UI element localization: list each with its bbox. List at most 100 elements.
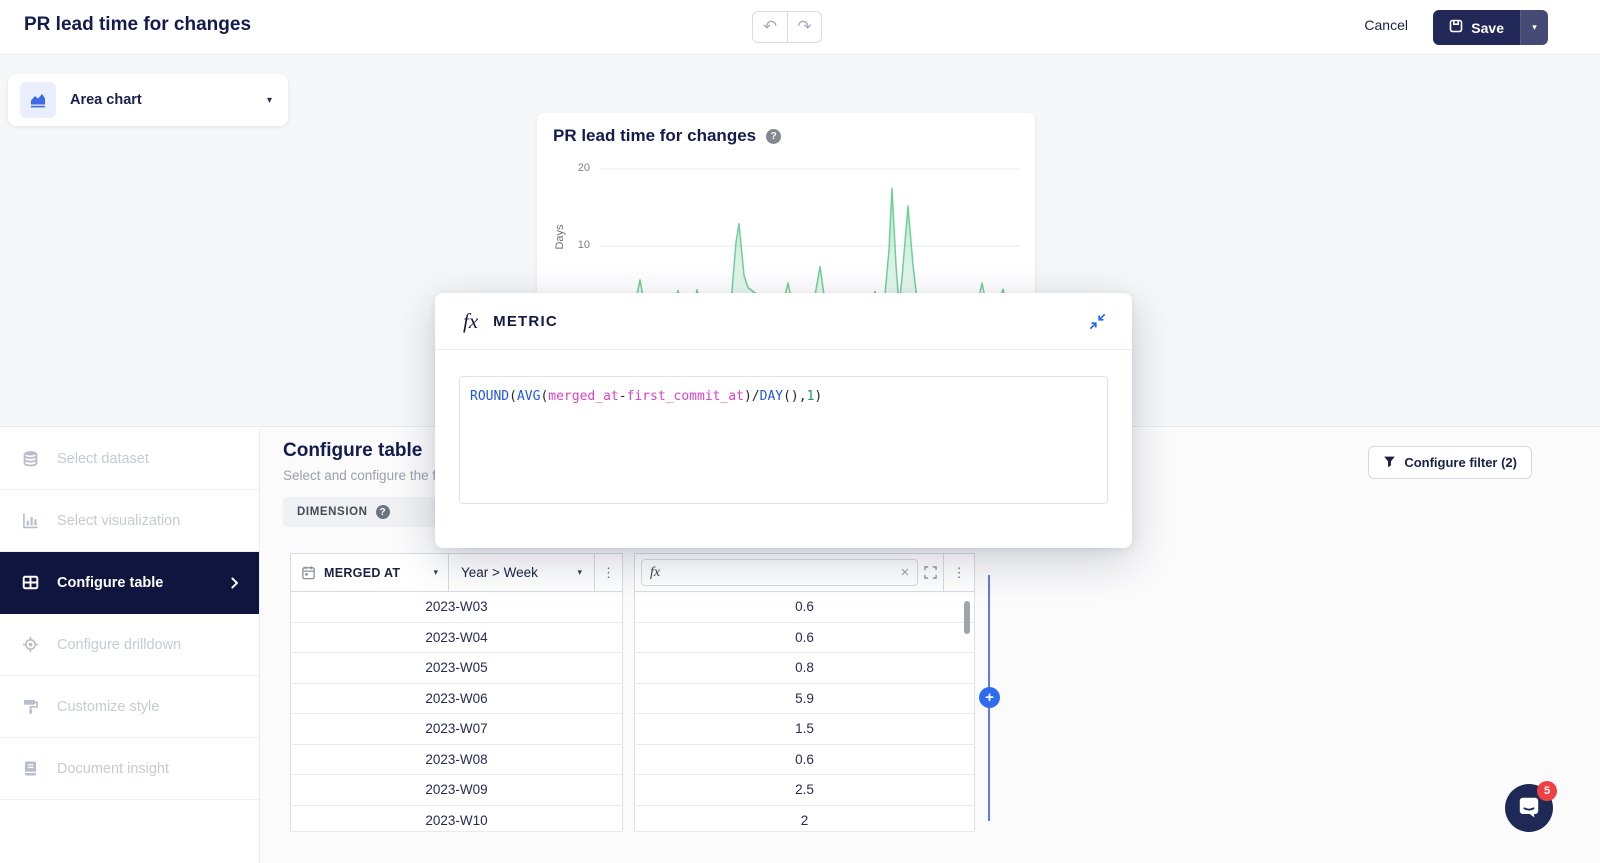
sidebar-item-label: Configure drilldown bbox=[57, 637, 181, 653]
sidebar-item-customize-style[interactable]: Customize style bbox=[0, 676, 259, 738]
add-column-button[interactable]: + bbox=[979, 687, 1000, 708]
chat-icon bbox=[1516, 794, 1542, 823]
table-row-week: 2023-W04 bbox=[290, 623, 623, 654]
formula-token: ( bbox=[509, 389, 517, 404]
app-root: PR lead time for changes ↶ ↷ Cancel Save… bbox=[0, 0, 1600, 863]
y-axis-label: Days bbox=[554, 220, 566, 254]
clear-icon[interactable]: × bbox=[901, 565, 910, 580]
formula-token: () bbox=[783, 389, 799, 404]
undo-redo-group: ↶ ↷ bbox=[752, 11, 822, 43]
undo-icon: ↶ bbox=[763, 17, 777, 36]
section-heading: Configure table bbox=[283, 440, 422, 462]
table-row-week: 2023-W09 bbox=[290, 775, 623, 806]
calendar-icon bbox=[301, 565, 316, 580]
sidebar-item-label: Document insight bbox=[57, 761, 169, 777]
table-row-value: 1.5 bbox=[634, 714, 975, 745]
filter-icon bbox=[1383, 455, 1396, 471]
paint-roller-icon bbox=[22, 698, 39, 715]
metric-formula-input[interactable]: fx × bbox=[641, 559, 918, 586]
chart-title: PR lead time for changes bbox=[553, 126, 756, 146]
sidebar-item-label: Select visualization bbox=[57, 513, 180, 529]
table-row-week: 2023-W07 bbox=[290, 714, 623, 745]
merged-at-column-header[interactable]: MERGED AT ▾ bbox=[290, 553, 449, 592]
save-button[interactable]: Save bbox=[1433, 10, 1520, 45]
redo-icon: ↷ bbox=[797, 17, 811, 36]
column-menu-button[interactable]: ⋮ bbox=[594, 553, 623, 592]
bar-chart-icon bbox=[22, 512, 39, 529]
chevron-down-icon: ▾ bbox=[577, 567, 582, 578]
formula-token: ROUND bbox=[470, 389, 509, 404]
collapse-button[interactable] bbox=[1087, 311, 1108, 332]
metric-modal-header: fx METRIC bbox=[435, 293, 1132, 350]
sidebar: Select dataset Select visualization Config… bbox=[0, 428, 260, 863]
drilldown-icon bbox=[22, 636, 39, 653]
expand-icon[interactable] bbox=[924, 566, 937, 579]
table-row-value: 0.8 bbox=[634, 653, 975, 684]
sidebar-item-label: Select dataset bbox=[57, 451, 149, 467]
formula-editor[interactable]: ROUND(AVG(merged_at-first_commit_at)/DAY… bbox=[459, 376, 1108, 504]
sidebar-item-label: Configure table bbox=[57, 575, 163, 591]
sidebar-item-select-dataset[interactable]: Select dataset bbox=[0, 428, 259, 490]
table-row-week: 2023-W03 bbox=[290, 592, 623, 623]
sidebar-item-document-insight[interactable]: Document insight bbox=[0, 738, 259, 800]
table-row-value: 0.6 bbox=[634, 623, 975, 654]
sidebar-item-label: Customize style bbox=[57, 699, 159, 715]
database-icon bbox=[22, 450, 39, 467]
topbar: PR lead time for changes ↶ ↷ Cancel Save… bbox=[0, 0, 1600, 55]
sidebar-item-configure-drilldown[interactable]: Configure drilldown bbox=[0, 614, 259, 676]
plus-icon: + bbox=[985, 689, 994, 706]
chart-type-label: Area chart bbox=[70, 92, 142, 108]
formula-token: ) bbox=[744, 389, 752, 404]
formula-token: merged_at bbox=[548, 389, 618, 404]
table-row-value: 2.5 bbox=[634, 775, 975, 806]
formula-token: / bbox=[752, 389, 760, 404]
formula-token: ) bbox=[814, 389, 822, 404]
formula-token: DAY bbox=[760, 389, 783, 404]
y-tick-10: 10 bbox=[568, 239, 590, 251]
table-row-value: 5.9 bbox=[634, 684, 975, 715]
fx-icon: fx bbox=[463, 309, 478, 334]
formula-token: , bbox=[799, 389, 807, 404]
sidebar-item-select-visualization[interactable]: Select visualization bbox=[0, 490, 259, 552]
save-dropdown-button[interactable]: ▾ bbox=[1520, 10, 1548, 45]
filter-button-label: Configure filter (2) bbox=[1404, 455, 1517, 470]
column-name: MERGED AT bbox=[324, 566, 400, 580]
dimension-table: MERGED AT ▾ Year > Week ▾ ⋮ 2023-W032023… bbox=[290, 553, 623, 832]
save-split-button: Save ▾ bbox=[1433, 10, 1548, 45]
metric-table: fx × ⋮ 0.60.60.85.91.50.62.52 bbox=[634, 553, 975, 832]
table-row-week: 2023-W10 bbox=[290, 806, 623, 833]
section-subheading: Select and configure the fie bbox=[283, 468, 447, 483]
cancel-button[interactable]: Cancel bbox=[1364, 17, 1408, 33]
chevron-down-icon: ▾ bbox=[267, 95, 272, 106]
table-row-value: 2 bbox=[634, 806, 975, 833]
page-title: PR lead time for changes bbox=[24, 14, 251, 36]
formula-token: first_commit_at bbox=[627, 389, 744, 404]
chevron-down-icon: ▾ bbox=[433, 567, 438, 578]
sidebar-item-configure-table[interactable]: Configure table bbox=[0, 552, 259, 614]
undo-button[interactable]: ↶ bbox=[752, 11, 787, 43]
column-menu-button[interactable]: ⋮ bbox=[943, 553, 975, 592]
save-label: Save bbox=[1471, 20, 1504, 36]
redo-button[interactable]: ↷ bbox=[787, 11, 822, 43]
save-icon bbox=[1449, 19, 1463, 36]
document-icon bbox=[22, 760, 39, 777]
granularity-select[interactable]: Year > Week ▾ bbox=[448, 553, 595, 592]
configure-filter-button[interactable]: Configure filter (2) bbox=[1368, 446, 1532, 479]
dimension-label: DIMENSION bbox=[297, 506, 368, 518]
formula-token: - bbox=[619, 389, 627, 404]
help-icon[interactable]: ? bbox=[766, 129, 781, 144]
chevron-right-icon bbox=[228, 576, 241, 589]
table-row-week: 2023-W05 bbox=[290, 653, 623, 684]
table-row-value: 0.6 bbox=[634, 745, 975, 776]
y-tick-20: 20 bbox=[568, 162, 590, 174]
table-row-week: 2023-W06 bbox=[290, 684, 623, 715]
metric-modal: fx METRIC ROUND(AVG(merged_at-first_comm… bbox=[435, 293, 1132, 548]
table-row-value: 0.6 bbox=[634, 592, 975, 623]
table-icon bbox=[22, 574, 39, 591]
scrollbar-thumb[interactable] bbox=[964, 601, 970, 634]
area-chart-icon bbox=[20, 82, 56, 118]
table-row-week: 2023-W08 bbox=[290, 745, 623, 776]
chart-type-picker[interactable]: Area chart ▾ bbox=[8, 74, 288, 126]
metric-header-cell: fx × bbox=[634, 553, 944, 592]
help-icon[interactable]: ? bbox=[376, 505, 390, 519]
